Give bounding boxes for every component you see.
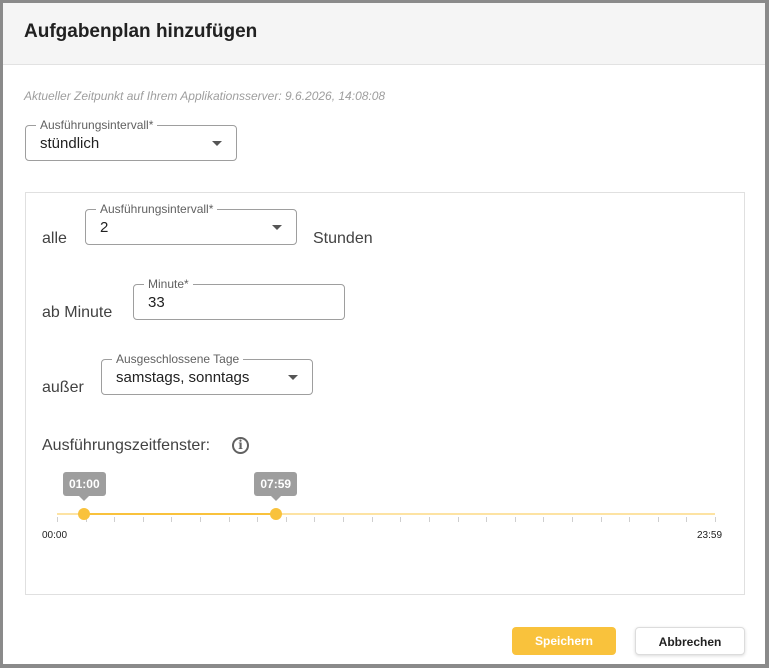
chevron-down-icon [288, 375, 298, 380]
slider-tick [171, 517, 173, 522]
every-prefix: alle [42, 230, 67, 247]
slider-tick [142, 517, 144, 522]
interval-select-label: Ausführungsintervall* [36, 118, 158, 132]
window-label: Ausführungszeitfenster: [42, 437, 211, 454]
interval-select-value: stündlich [40, 135, 100, 152]
slider-tick [571, 517, 573, 522]
slider-tick [314, 517, 316, 522]
cancel-button[interactable]: Abbrechen [635, 627, 745, 655]
slider-end-value: 07:59 [254, 472, 298, 501]
minute-field-value: 33 [148, 294, 165, 311]
save-button[interactable]: Speichern [512, 627, 616, 655]
dialog-title: Aufgabenplan hinzufügen [24, 21, 258, 42]
dialog-header: Aufgabenplan hinzufügen [3, 3, 765, 65]
excluded-days-value: samstags, sonntags [116, 369, 250, 386]
slider-max-label: 23:59 [697, 530, 723, 541]
slider-tick [371, 517, 373, 522]
interval-select[interactable]: Ausführungsintervall* stündlich [25, 118, 237, 161]
slider-tick [543, 517, 545, 522]
every-suffix: Stunden [313, 230, 373, 247]
slider-tick [343, 517, 345, 522]
slider-tick [486, 517, 488, 522]
slider-tick [228, 517, 230, 522]
slider-tick [600, 517, 602, 522]
slider-tick [629, 517, 631, 522]
slider-tick [686, 517, 688, 522]
slider-tick [200, 517, 202, 522]
slider-tick [715, 517, 716, 522]
minute-field-label: Minute* [144, 277, 193, 291]
info-icon[interactable]: i [232, 437, 249, 454]
every-interval-label: Ausführungsintervall* [96, 202, 218, 216]
add-schedule-dialog: Aufgabenplan hinzufügen Aktueller Zeitpu… [3, 3, 765, 664]
chevron-down-icon [272, 225, 282, 230]
slider-tick [57, 517, 58, 522]
slider-tick [400, 517, 402, 522]
every-interval-value: 2 [100, 219, 109, 236]
slider-min-label: 00:00 [42, 530, 68, 541]
slider-selected-range [84, 513, 276, 515]
slider-tick [285, 517, 287, 522]
server-time-text: Aktueller Zeitpunkt auf Ihrem Applikatio… [24, 89, 386, 103]
slider-tick [114, 517, 116, 522]
slider-end-handle[interactable] [269, 508, 282, 520]
every-interval-select[interactable]: Ausführungsintervall* 2 [85, 202, 297, 245]
except-prefix: außer [42, 379, 84, 396]
chevron-down-icon [212, 141, 222, 146]
slider-tick [457, 517, 459, 522]
minute-field[interactable]: Minute* 33 [133, 277, 345, 320]
slider-tick [257, 517, 259, 522]
minute-prefix: ab Minute [42, 304, 113, 321]
excluded-days-select[interactable]: Ausgeschlossene Tage samstags, sonntags [101, 352, 313, 395]
excluded-days-label: Ausgeschlossene Tage [112, 352, 244, 366]
slider-start-value: 01:00 [62, 472, 106, 501]
slider-tick [428, 517, 430, 522]
slider-tick [657, 517, 659, 522]
slider-tick [514, 517, 516, 522]
